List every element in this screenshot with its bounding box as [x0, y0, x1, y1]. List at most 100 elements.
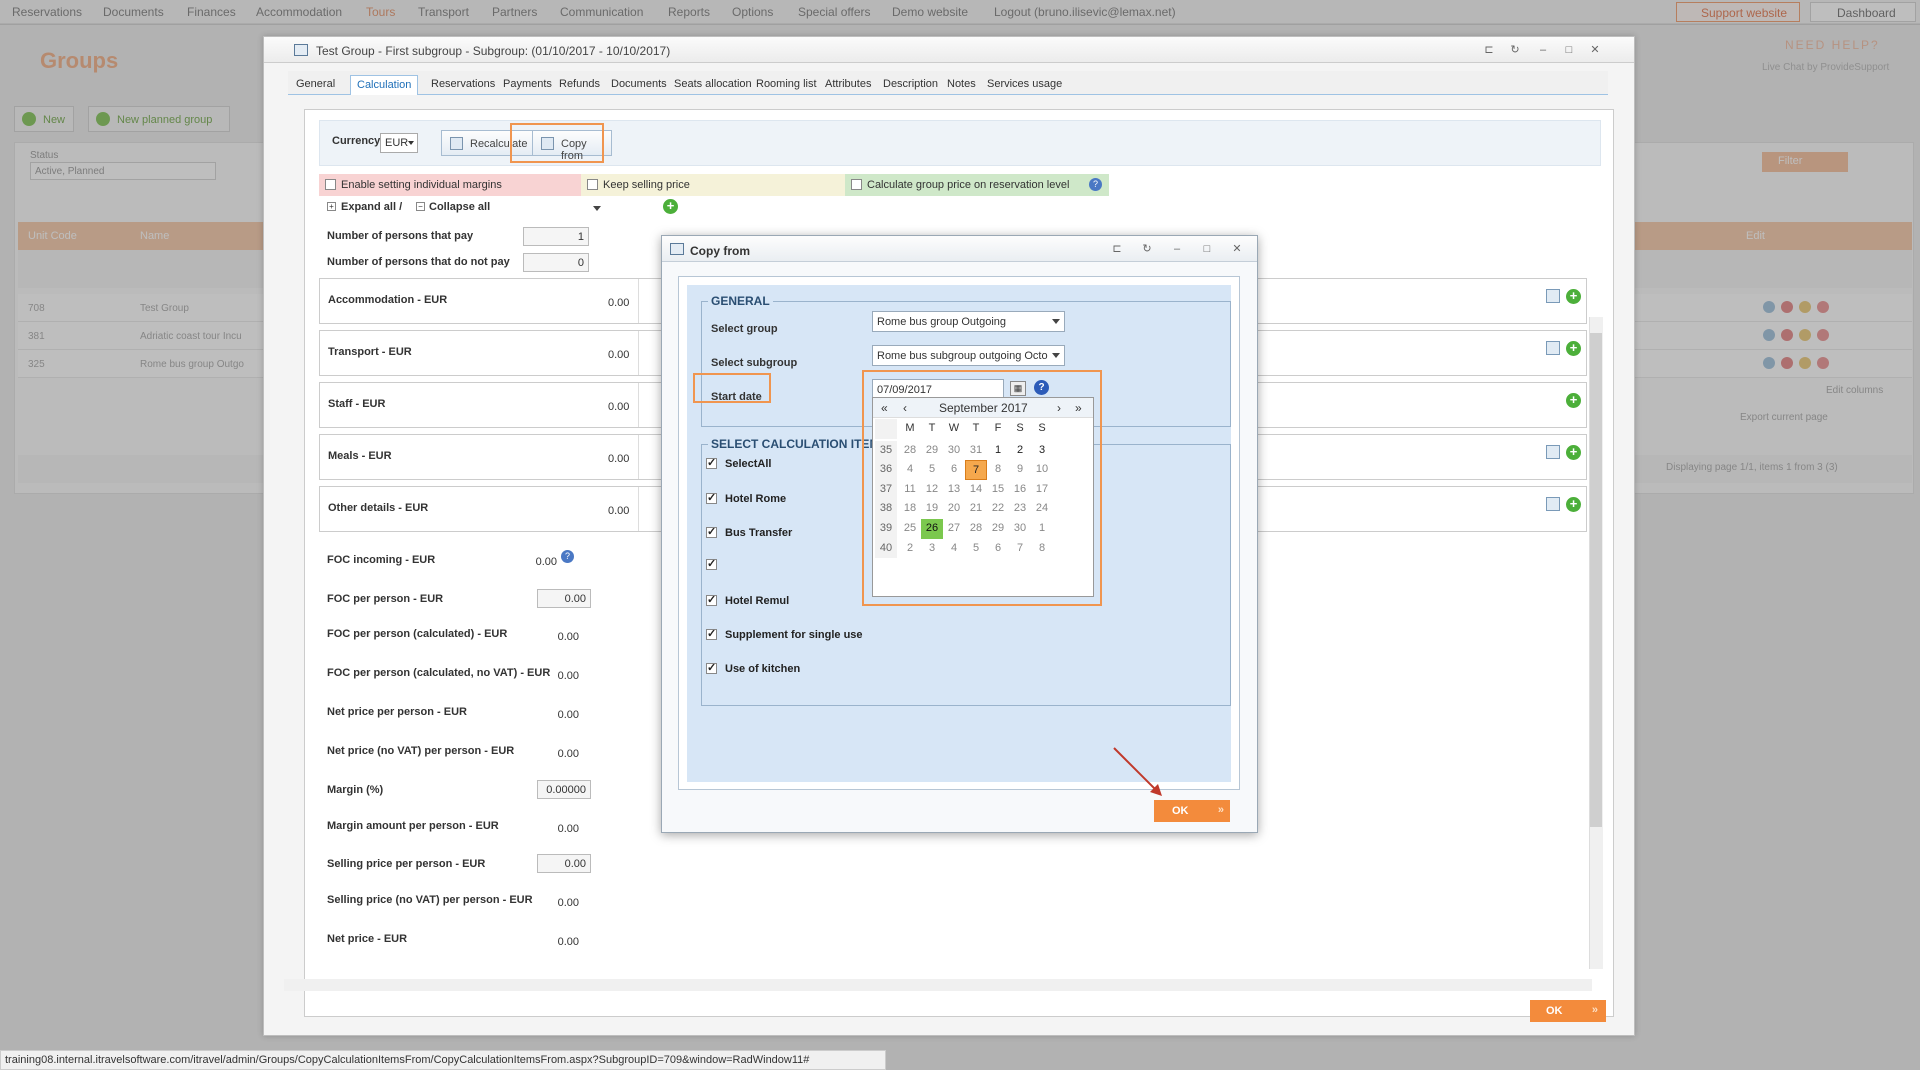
persons-not-pay-input[interactable]: 0 [523, 253, 589, 272]
reload-icon[interactable]: ↻ [1508, 43, 1522, 57]
calendar-day[interactable]: 4 [943, 539, 965, 559]
tab-attributes[interactable]: Attributes [819, 75, 877, 95]
collapse-all-link[interactable]: Collapse all [429, 201, 490, 213]
close-icon[interactable]: ✕ [1230, 242, 1244, 256]
calendar-day[interactable]: 7 [1009, 539, 1031, 559]
item-bus-transfer[interactable]: Bus Transfer [706, 525, 792, 539]
calendar-day[interactable]: 17 [1031, 480, 1053, 500]
tab-reservations[interactable]: Reservations [425, 75, 501, 95]
horizontal-scrollbar[interactable] [284, 979, 1592, 991]
calendar-day[interactable]: 30 [1009, 519, 1031, 539]
prev-year-icon[interactable]: « [881, 401, 888, 415]
pin-icon[interactable]: ⊏ [1482, 43, 1496, 57]
calendar-day[interactable]: 27 [943, 519, 965, 539]
calendar-day[interactable]: 9 [1009, 460, 1031, 480]
close-icon[interactable]: ✕ [1588, 43, 1602, 57]
help-icon[interactable]: ? [1089, 178, 1102, 191]
calendar-day[interactable]: 25 [899, 519, 921, 539]
calendar-day[interactable]: 5 [965, 539, 987, 559]
calendar-day[interactable]: 7 [965, 460, 987, 480]
hotel-rome-checkbox[interactable] [706, 491, 717, 504]
select-group-dropdown[interactable]: Rome bus group Outgoing [872, 311, 1065, 332]
tab-rooming-list[interactable]: Rooming list [750, 75, 823, 95]
tab-refunds[interactable]: Refunds [553, 75, 606, 95]
collapse-icon[interactable]: − [416, 202, 425, 211]
calendar-day[interactable]: 30 [943, 441, 965, 461]
calendar-day[interactable]: 3 [1031, 441, 1053, 461]
calc-group-price-checkbox[interactable] [851, 179, 862, 190]
add-icon[interactable]: + [1566, 341, 1581, 356]
calendar-day[interactable]: 23 [1009, 499, 1031, 519]
calendar-day[interactable]: 28 [965, 519, 987, 539]
calendar-day[interactable]: 22 [987, 499, 1009, 519]
help-icon[interactable]: ? [561, 550, 574, 563]
calendar-day[interactable]: 29 [921, 441, 943, 461]
calendar-day[interactable]: 5 [921, 460, 943, 480]
hotel-remul-checkbox[interactable] [706, 593, 717, 606]
tab-notes[interactable]: Notes [941, 75, 982, 95]
calendar-day[interactable]: 6 [943, 460, 965, 480]
tab-seats-allocation[interactable]: Seats allocation [668, 75, 758, 95]
next-month-icon[interactable]: › [1057, 401, 1061, 415]
window-titlebar[interactable]: Test Group - First subgroup - Subgroup: … [264, 37, 1634, 63]
edit-icon[interactable] [1546, 497, 1560, 511]
edit-icon[interactable] [1546, 445, 1560, 459]
margin-input[interactable]: 0.00000 [537, 780, 591, 799]
calendar-day[interactable]: 14 [965, 480, 987, 500]
calendar-day[interactable]: 8 [987, 460, 1009, 480]
minimize-icon[interactable]: – [1170, 242, 1184, 256]
next-year-icon[interactable]: » [1075, 401, 1082, 415]
tab-services-usage[interactable]: Services usage [981, 75, 1068, 95]
dialog-ok-button[interactable]: OK » [1154, 800, 1230, 822]
item-use-of-kitchen[interactable]: Use of kitchen [706, 661, 800, 675]
supplement-single-checkbox[interactable] [706, 627, 717, 640]
calendar-day[interactable]: 29 [987, 519, 1009, 539]
chevron-down-icon[interactable] [593, 206, 601, 211]
keep-selling-option[interactable]: Keep selling price [581, 174, 845, 196]
calendar-day[interactable]: 16 [1009, 480, 1031, 500]
expand-icon[interactable]: + [327, 202, 336, 211]
tab-general[interactable]: General [290, 75, 341, 95]
reload-icon[interactable]: ↻ [1140, 242, 1154, 256]
add-icon[interactable]: + [1566, 497, 1581, 512]
keep-selling-checkbox[interactable] [587, 179, 598, 190]
calendar-day[interactable]: 15 [987, 480, 1009, 500]
maximize-icon[interactable]: □ [1562, 43, 1576, 57]
add-icon[interactable]: + [1566, 289, 1581, 304]
use-of-kitchen-checkbox[interactable] [706, 661, 717, 674]
calendar-day[interactable]: 2 [1009, 441, 1031, 461]
add-icon[interactable]: + [663, 199, 678, 214]
persons-pay-input[interactable]: 1 [523, 227, 589, 246]
selling-price-pp-input[interactable]: 0.00 [537, 854, 591, 873]
tab-calculation[interactable]: Calculation [350, 75, 419, 95]
calendar-day[interactable]: 3 [921, 539, 943, 559]
item-select-all[interactable]: SelectAll [706, 456, 771, 470]
foc-per-person-input[interactable]: 0.00 [537, 589, 591, 608]
calc-group-price-option[interactable]: Calculate group price on reservation lev… [845, 174, 1109, 196]
calendar-day[interactable]: 26 [921, 519, 943, 539]
add-icon[interactable]: + [1566, 445, 1581, 460]
calendar-day[interactable]: 8 [1031, 539, 1053, 559]
calendar-day[interactable]: 24 [1031, 499, 1053, 519]
tab-documents[interactable]: Documents [605, 75, 673, 95]
calendar-day[interactable]: 11 [899, 480, 921, 500]
select-all-checkbox[interactable] [706, 456, 717, 469]
item-supplement-single[interactable]: Supplement for single use [706, 627, 863, 641]
calendar-day[interactable]: 6 [987, 539, 1009, 559]
item-hotel-rome[interactable]: Hotel Rome [706, 491, 786, 505]
dialog-titlebar[interactable]: Copy from ⊏ ↻ – □ ✕ [662, 236, 1257, 262]
main-ok-button[interactable]: OK » [1530, 1000, 1606, 1022]
calendar-day[interactable]: 13 [943, 480, 965, 500]
item-hotel-remul[interactable]: Hotel Remul [706, 593, 789, 607]
minimize-icon[interactable]: – [1536, 43, 1550, 57]
select-subgroup-dropdown[interactable]: Rome bus subgroup outgoing Octo [872, 345, 1065, 366]
add-icon[interactable]: + [1566, 393, 1581, 408]
tab-description[interactable]: Description [877, 75, 944, 95]
calendar-day[interactable]: 2 [899, 539, 921, 559]
calendar-day[interactable]: 21 [965, 499, 987, 519]
calendar-month-title[interactable]: September 2017 [939, 401, 1028, 415]
calendar-day[interactable]: 10 [1031, 460, 1053, 480]
enable-margins-option[interactable]: Enable setting individual margins [319, 174, 581, 196]
calendar-day[interactable]: 18 [899, 499, 921, 519]
edit-icon[interactable] [1546, 341, 1560, 355]
